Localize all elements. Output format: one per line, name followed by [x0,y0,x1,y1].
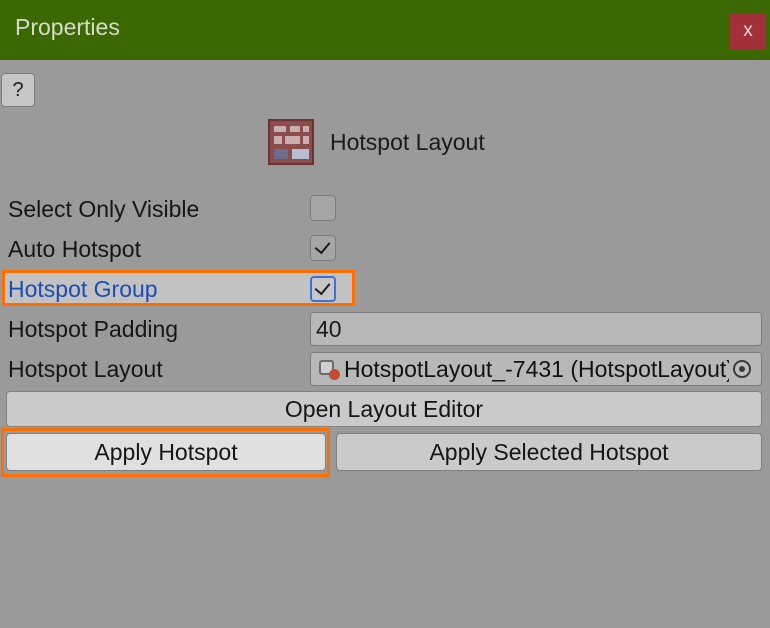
hotspot-layout-object-field[interactable]: HotspotLayout_-7431 (HotspotLayout) [310,352,762,386]
window-title: Properties [15,14,120,40]
hotspot-padding-input[interactable]: 40 [310,312,762,346]
component-title: Hotspot Layout [330,128,485,155]
close-button[interactable]: x [730,14,766,50]
hotspot-padding-label: Hotspot Padding [8,316,179,342]
checkmark-icon [314,237,331,255]
help-button[interactable]: ? [1,73,35,107]
select-only-visible-checkbox[interactable] [310,195,336,221]
object-picker-icon[interactable] [733,360,751,378]
open-layout-editor-button[interactable]: Open Layout Editor [6,391,762,427]
hotspot-layout-label: Hotspot Layout [8,356,163,382]
hotspot-layout-value: HotspotLayout_-7431 (HotspotLayout) [344,355,729,382]
hotspot-layout-icon [268,119,314,165]
title-bar: Properties x [0,0,770,60]
hotspot-group-checkbox[interactable] [310,276,336,302]
auto-hotspot-label: Auto Hotspot [8,236,141,262]
auto-hotspot-checkbox[interactable] [310,235,336,261]
checkmark-icon [314,278,331,296]
select-only-visible-label: Select Only Visible [8,196,200,222]
apply-hotspot-button[interactable]: Apply Hotspot [6,433,326,471]
component-header: Hotspot Layout [268,119,485,165]
scriptable-object-icon [318,358,340,380]
hotspot-group-label: Hotspot Group [8,276,158,302]
apply-selected-hotspot-button[interactable]: Apply Selected Hotspot [336,433,762,471]
